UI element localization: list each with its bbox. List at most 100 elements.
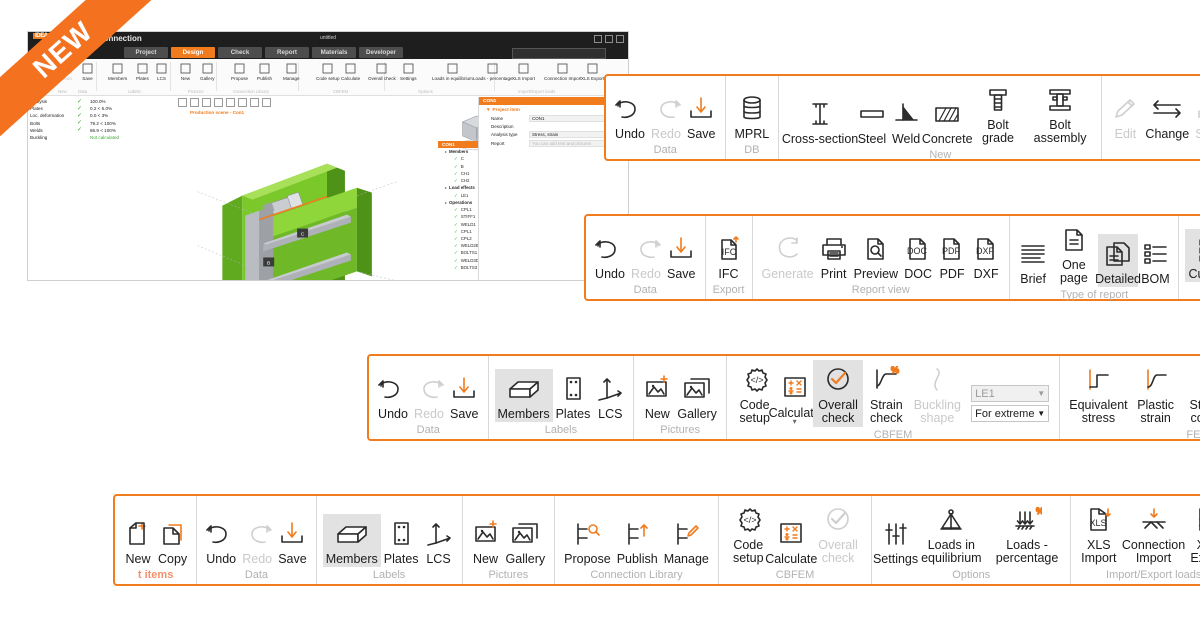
loads-in-equilibrium-button[interactable]: Loads in equilibrium: [913, 500, 990, 567]
tab-report[interactable]: Report: [265, 47, 309, 58]
generate-label: Generate: [761, 266, 814, 281]
save-button[interactable]: Save: [684, 89, 719, 143]
bolt-grade-button[interactable]: Bolt grade: [971, 80, 1024, 147]
bolt-assembly-button[interactable]: Bolt assembly: [1025, 80, 1096, 147]
chevron-down-icon[interactable]: ▼: [1037, 409, 1045, 418]
app-ribbon-label: Undo: [40, 76, 51, 81]
new-picture-button[interactable]: New: [469, 514, 503, 568]
brand-tagline: Calculate yesterday's estimates: [33, 46, 94, 51]
xls-import-button[interactable]: XLS XLS Import: [1077, 500, 1120, 567]
pdf-button[interactable]: PDF PDF: [935, 229, 969, 283]
steel-button[interactable]: Steel: [855, 94, 889, 148]
mprl-button[interactable]: MPRL: [732, 89, 773, 143]
tab-materials[interactable]: Materials: [312, 47, 356, 58]
window-controls[interactable]: [594, 35, 624, 43]
save-button[interactable]: Save: [447, 369, 482, 423]
lcs-button[interactable]: LCS: [422, 514, 456, 568]
plastic-strain-button[interactable]: Plastic strain: [1131, 360, 1181, 427]
save-button[interactable]: Save: [664, 229, 699, 283]
app-ribbon-gallery[interactable]: Gallery: [200, 61, 215, 81]
undo-button[interactable]: Undo: [612, 89, 648, 143]
cross-section-button[interactable]: Cross-section: [782, 94, 858, 148]
connection-import-button[interactable]: Connection Import: [1120, 500, 1186, 567]
undo-button[interactable]: Undo: [375, 369, 411, 423]
app-ribbon-undo[interactable]: Undo: [40, 61, 51, 81]
app-ribbon-manage[interactable]: Manage: [283, 61, 300, 81]
chevron-down-icon[interactable]: ▼: [1037, 389, 1045, 398]
ribbon-group-labels: Members Plates LCS Labels: [317, 496, 463, 584]
lcs-button[interactable]: LCS: [593, 369, 627, 423]
weld-button[interactable]: Weld: [889, 94, 923, 148]
calculate-button[interactable]: Calculate ▾: [769, 368, 821, 428]
change-button[interactable]: Change: [1142, 89, 1192, 143]
app-ribbon-xls[interactable]: XLS Export: [581, 61, 604, 81]
app-ribbon-settings[interactable]: Settings: [400, 61, 417, 81]
gallery-button[interactable]: Gallery: [674, 369, 720, 423]
document-title: untitled: [319, 35, 337, 41]
settings-button[interactable]: Settings: [873, 514, 918, 568]
propose-button[interactable]: Propose: [561, 514, 614, 568]
loads-percentage-label: Loads - percentage: [995, 538, 1059, 565]
app-ribbon-code[interactable]: Code setup: [316, 61, 340, 81]
close-icon[interactable]: [616, 35, 624, 43]
bom-button[interactable]: BOM: [1138, 234, 1172, 288]
loads-percentage-button[interactable]: % Loads - percentage: [990, 500, 1065, 567]
tab-project[interactable]: Project: [124, 47, 168, 58]
app-ribbon-calculate[interactable]: Calculate: [341, 61, 360, 81]
app-ribbon-publish[interactable]: Publish: [257, 61, 272, 81]
members-button[interactable]: Members: [322, 513, 381, 567]
manage-icon: [672, 517, 700, 551]
app-ribbon-propose[interactable]: Propose: [231, 61, 248, 81]
app-ribbon-xls[interactable]: XLS Import: [512, 61, 535, 81]
app-ribbon-connection[interactable]: Connection Import: [544, 61, 582, 81]
xls-export-button[interactable]: XLS XLS Export: [1187, 500, 1200, 567]
publish-button[interactable]: Publish: [614, 514, 661, 568]
brief-button[interactable]: Brief: [1016, 234, 1050, 288]
plates-button[interactable]: Plates: [381, 514, 422, 568]
app-ribbon-label: XLS Import: [512, 76, 535, 81]
app-ribbon-overall[interactable]: Overall check: [368, 61, 396, 81]
app-ribbon-icon: [259, 61, 270, 76]
plates-button[interactable]: Plates: [553, 369, 594, 423]
minimize-icon[interactable]: [594, 35, 602, 43]
tab-design[interactable]: Design: [171, 47, 215, 58]
preview-button[interactable]: Preview: [851, 229, 901, 283]
members-button[interactable]: Members: [494, 368, 553, 422]
print-button[interactable]: Print: [817, 229, 851, 283]
app-ribbon-icon: [345, 61, 356, 76]
gallery-button[interactable]: Gallery: [503, 514, 549, 568]
ifc-button[interactable]: IFC IFC: [712, 229, 746, 283]
calculate-dropdown-caret[interactable]: ▾: [793, 418, 797, 426]
calculate-button[interactable]: Calculate: [765, 514, 817, 568]
tab-check[interactable]: Check: [218, 47, 262, 58]
dxf-button[interactable]: DXF DXF: [969, 229, 1003, 283]
new-picture-button[interactable]: New: [640, 369, 674, 423]
stress-in-contacts-button[interactable]: Stress in contacts: [1180, 360, 1200, 427]
plates-label: Plates: [555, 406, 591, 421]
app-ribbon-save[interactable]: Save: [82, 61, 93, 81]
app-ribbon-new[interactable]: New: [180, 61, 191, 81]
app-ribbon-lcs[interactable]: LCS: [156, 61, 167, 81]
app-ribbon-loads-[interactable]: Loads - percentage: [473, 61, 513, 81]
detailed-button[interactable]: Detailed: [1095, 233, 1141, 287]
undo-button[interactable]: Undo: [203, 514, 239, 568]
concrete-button[interactable]: Concrete: [922, 94, 973, 148]
maximize-icon[interactable]: [605, 35, 613, 43]
tab-developer[interactable]: Developer: [359, 47, 403, 58]
extreme-select[interactable]: For extreme ▼: [971, 405, 1050, 422]
overall-check-button[interactable]: Overall check: [812, 360, 864, 427]
manage-button[interactable]: Manage: [661, 514, 712, 568]
strain-check-button[interactable]: % Strain check: [863, 360, 909, 427]
current-button[interactable]: Current: [1185, 228, 1200, 282]
copy-item-button[interactable]: Copy: [155, 514, 190, 568]
app-ribbon-loads-in[interactable]: Loads in equilibrium: [432, 61, 473, 81]
app-ribbon-members[interactable]: Members: [108, 61, 127, 81]
doc-button[interactable]: DOC DOC: [901, 229, 935, 283]
app-ribbon-plates[interactable]: Plates: [136, 61, 149, 81]
save-button[interactable]: Save: [275, 514, 310, 568]
new-item-button[interactable]: New: [121, 514, 155, 568]
undo-button[interactable]: Undo: [592, 229, 628, 283]
equivalent-stress-button[interactable]: Equivalent stress: [1066, 360, 1131, 427]
app-search-input[interactable]: [512, 48, 606, 59]
one-page-button[interactable]: One page: [1050, 220, 1098, 287]
